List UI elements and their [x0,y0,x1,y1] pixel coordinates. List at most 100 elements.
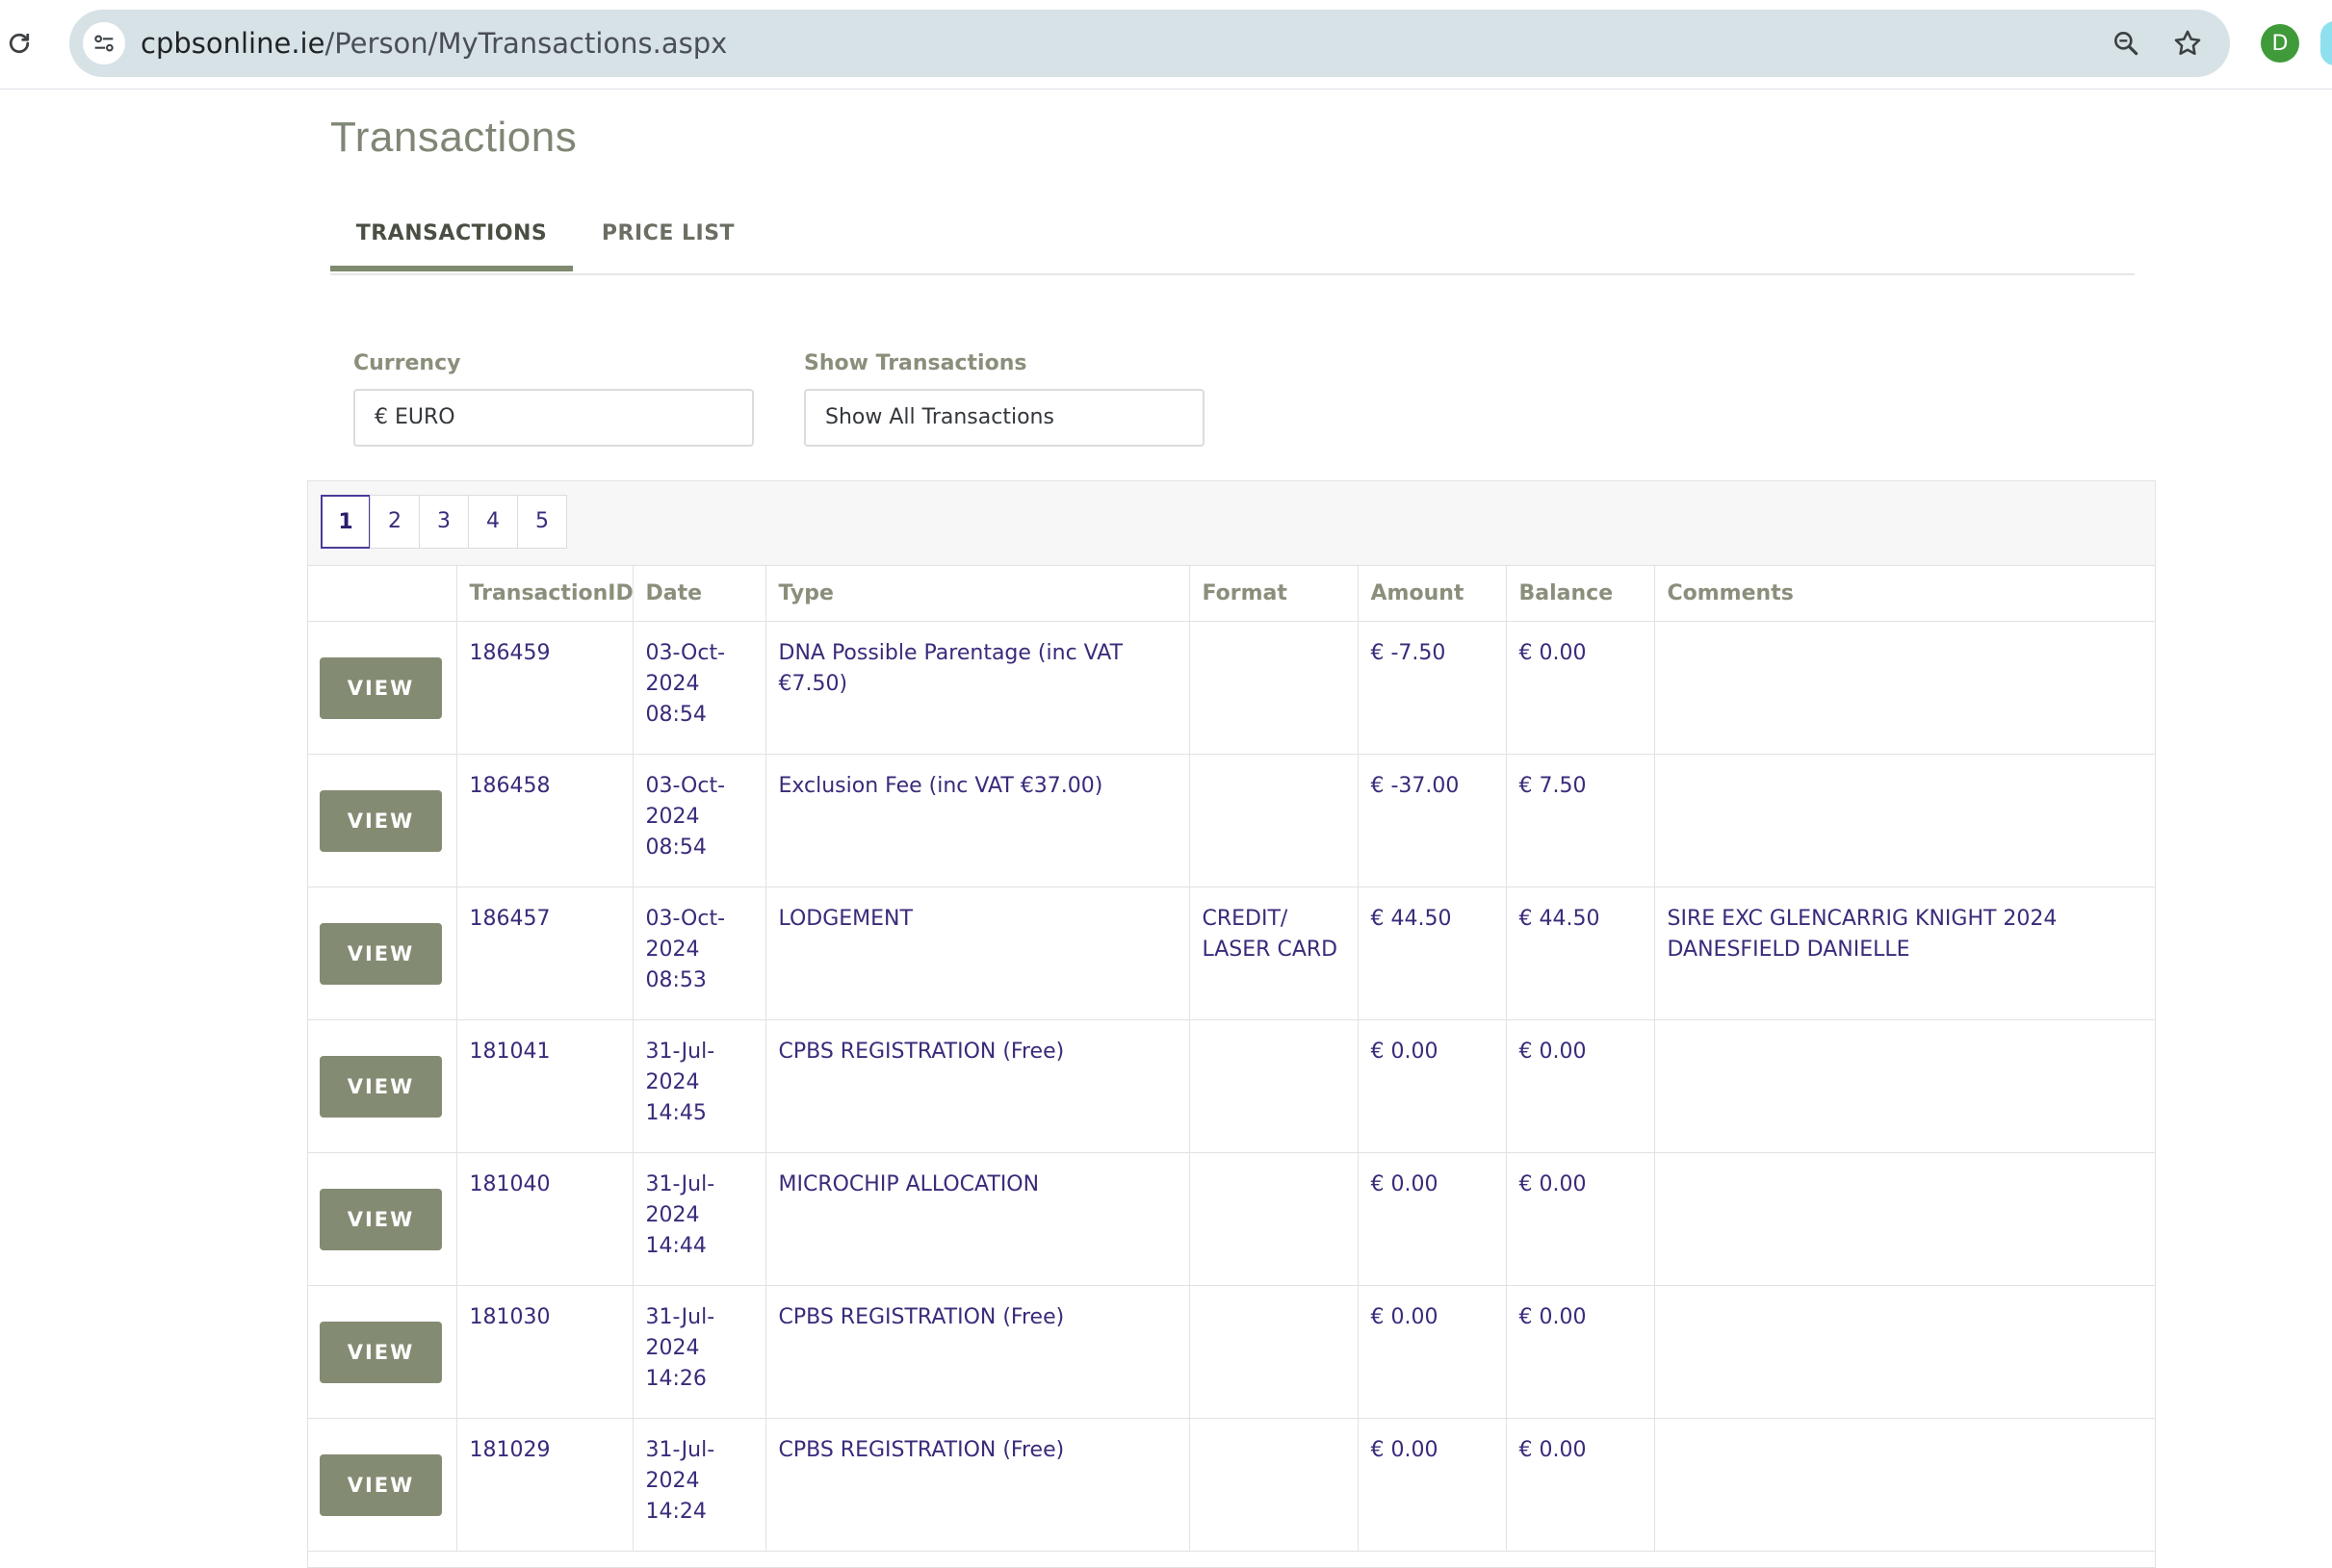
transaction-id: 186458 [456,754,634,887]
transaction-comments [1654,1152,2155,1286]
transaction-amount: € 0.00 [1358,1418,1507,1552]
view-button[interactable]: VIEW [320,922,442,985]
transaction-type: CPBS REGISTRATION (Free) [765,1019,1190,1153]
transaction-id: 186459 [456,621,634,755]
transaction-balance: € 0.00 [1506,1285,1655,1419]
column-header-transaction-id[interactable]: TransactionID [456,565,634,622]
transaction-date: 03-Oct- 2024 08:54 [633,754,766,887]
transaction-id: 186457 [456,887,634,1020]
show-transactions-select[interactable]: Show All Transactions [804,389,1205,447]
table-row: VIEW 181029 31-Jul- 2024 14:24 CPBS REGI… [308,1418,2155,1552]
view-button[interactable]: VIEW [320,1453,442,1516]
currency-select[interactable]: € EURO [353,389,754,447]
table-row: VIEW 186459 03-Oct- 2024 08:54 DNA Possi… [308,621,2155,755]
extension-icon[interactable] [2320,21,2332,65]
column-header-balance[interactable]: Balance [1506,565,1655,622]
transaction-balance: € 0.00 [1506,1418,1655,1552]
url-host: cpbsonline.ie [141,27,325,60]
transaction-date: 03-Oct- 2024 08:53 [633,887,766,1020]
transactions-grid: 1 2 3 4 5 TransactionID Date Type Format… [307,480,2156,1568]
transaction-balance: € 44.50 [1506,887,1655,1020]
view-button[interactable]: VIEW [320,1188,442,1250]
page-button-1[interactable]: 1 [321,495,371,549]
transaction-format [1189,621,1359,755]
transaction-amount: € -37.00 [1358,754,1507,887]
transaction-comments: SIRE EXC GLENCARRIG KNIGHT 2024 DANESFIE… [1654,887,2155,1020]
page-button-5[interactable]: 5 [517,495,567,549]
transaction-comments [1654,1019,2155,1153]
bookmark-star-icon[interactable] [2168,24,2207,63]
transaction-amount: € 44.50 [1358,887,1507,1020]
site-info-icon[interactable] [83,22,125,64]
transaction-amount: € -7.50 [1358,621,1507,755]
page-button-4[interactable]: 4 [468,495,518,549]
transaction-comments [1654,621,2155,755]
transaction-id: 181040 [456,1152,634,1286]
page-button-2[interactable]: 2 [370,495,420,549]
url-text[interactable]: cpbsonline.ie/Person/MyTransactions.aspx [141,10,727,77]
table-header-row: TransactionID Date Type Format Amount Ba… [308,565,2155,622]
table-row: VIEW 181040 31-Jul- 2024 14:44 MICROCHIP… [308,1152,2155,1286]
transaction-amount: € 0.00 [1358,1285,1507,1419]
tab-transactions[interactable]: TRANSACTIONS [330,210,573,271]
currency-label: Currency [353,351,461,375]
transaction-date: 31-Jul- 2024 14:24 [633,1418,766,1552]
pager-bar: 1 2 3 4 5 [308,481,2155,566]
transaction-id: 181041 [456,1019,634,1153]
transaction-date: 31-Jul- 2024 14:44 [633,1152,766,1286]
pager: 1 2 3 4 5 [321,495,567,549]
column-header-action [308,565,457,622]
table-row: VIEW 186457 03-Oct- 2024 08:53 LODGEMENT… [308,887,2155,1020]
transaction-id: 181029 [456,1418,634,1552]
view-button[interactable]: VIEW [320,1321,442,1383]
transaction-amount: € 0.00 [1358,1152,1507,1286]
transaction-format [1189,1418,1359,1552]
column-header-type[interactable]: Type [765,565,1190,622]
view-button[interactable]: VIEW [320,789,442,852]
transaction-type: LODGEMENT [765,887,1190,1020]
transaction-comments [1654,1285,2155,1419]
transaction-format [1189,1019,1359,1153]
view-button[interactable]: VIEW [320,1055,442,1118]
transaction-date: 03-Oct- 2024 08:54 [633,621,766,755]
transaction-balance: € 0.00 [1506,621,1655,755]
transaction-type: Exclusion Fee (inc VAT €37.00) [765,754,1190,887]
transaction-format [1189,1152,1359,1286]
transaction-type: CPBS REGISTRATION (Free) [765,1418,1190,1552]
transaction-amount: € 0.00 [1358,1019,1507,1153]
reload-icon[interactable] [2,23,37,64]
transaction-type: CPBS REGISTRATION (Free) [765,1285,1190,1419]
transaction-balance: € 0.00 [1506,1019,1655,1153]
transaction-balance: € 7.50 [1506,754,1655,887]
zoom-icon[interactable] [2107,24,2145,63]
transaction-format [1189,754,1359,887]
tab-bar: TRANSACTIONS PRICE LIST [330,210,2135,275]
transaction-format: CREDIT/ LASER CARD [1189,887,1359,1020]
column-header-comments[interactable]: Comments [1654,565,2155,622]
transaction-date: 31-Jul- 2024 14:26 [633,1285,766,1419]
page-title: Transactions [330,114,578,161]
transaction-comments [1654,754,2155,887]
address-bar[interactable]: cpbsonline.ie/Person/MyTransactions.aspx [69,10,2230,77]
transaction-balance: € 0.00 [1506,1152,1655,1286]
page-button-3[interactable]: 3 [419,495,469,549]
transactions-table: TransactionID Date Type Format Amount Ba… [308,565,2155,1552]
table-row: VIEW 181030 31-Jul- 2024 14:26 CPBS REGI… [308,1285,2155,1419]
tab-price-list[interactable]: PRICE LIST [573,210,764,271]
browser-toolbar: cpbsonline.ie/Person/MyTransactions.aspx… [0,0,2332,90]
column-header-format[interactable]: Format [1189,565,1359,622]
transaction-date: 31-Jul- 2024 14:45 [633,1019,766,1153]
transaction-type: MICROCHIP ALLOCATION [765,1152,1190,1286]
show-transactions-label: Show Transactions [804,351,1027,375]
transaction-type: DNA Possible Parentage (inc VAT €7.50) [765,621,1190,755]
column-header-amount[interactable]: Amount [1358,565,1507,622]
transaction-comments [1654,1418,2155,1552]
view-button[interactable]: VIEW [320,656,442,719]
table-row: VIEW 186458 03-Oct- 2024 08:54 Exclusion… [308,754,2155,887]
table-row: VIEW 181041 31-Jul- 2024 14:45 CPBS REGI… [308,1019,2155,1153]
column-header-date[interactable]: Date [633,565,766,622]
url-path: /Person/MyTransactions.aspx [324,27,728,60]
transaction-format [1189,1285,1359,1419]
transaction-id: 181030 [456,1285,634,1419]
profile-avatar[interactable]: D [2261,24,2299,63]
